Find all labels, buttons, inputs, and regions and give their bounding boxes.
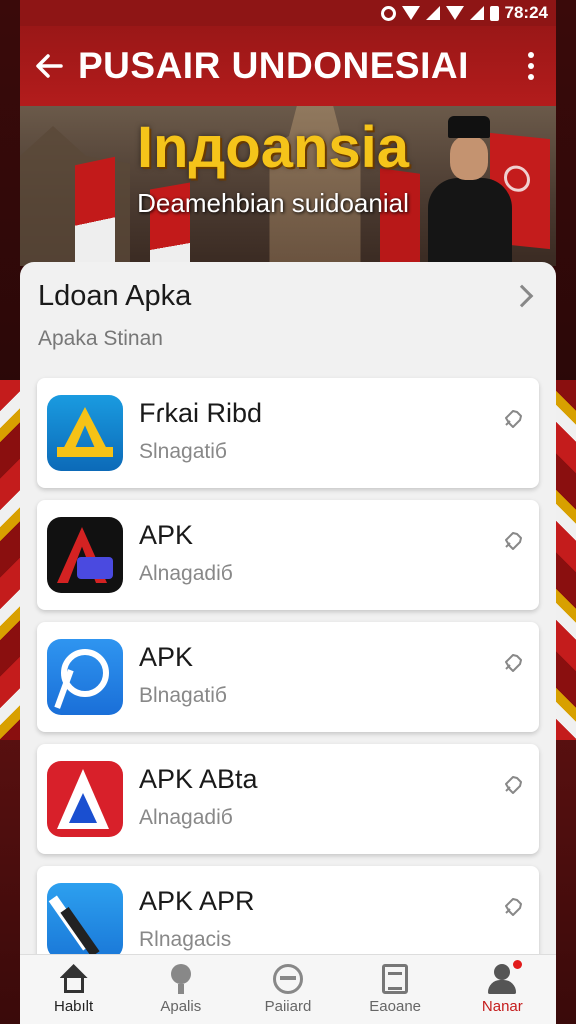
app-list-item[interactable]: Fɾkai Ribd Slnagatiб <box>37 378 539 488</box>
more-vertical-icon[interactable] <box>506 26 556 106</box>
app-icon-p-blue <box>47 639 123 715</box>
app-name: APK <box>139 520 194 550</box>
pin-icon[interactable] <box>503 650 525 672</box>
back-arrow-icon[interactable] <box>20 26 78 106</box>
status-bar: 78:24 <box>20 0 556 26</box>
app-icon-a-red-triangle <box>47 761 123 837</box>
app-icon-a-yellow <box>47 395 123 471</box>
section-header[interactable]: Ldoan Apka Apaka Stinan <box>38 280 538 360</box>
app-list-item[interactable]: APK Alnagadiб <box>37 500 539 610</box>
app-list-item[interactable]: APK ABta Alnagadiб <box>37 744 539 854</box>
nav-item-home[interactable]: Habılt <box>24 964 124 1015</box>
wifi-icon <box>401 6 420 20</box>
pin-icon[interactable] <box>503 772 525 794</box>
app-title: PUSAIR UNDONESIAI <box>78 45 469 86</box>
app-description: Alnagadiб <box>139 562 233 585</box>
hero-banner: Inдoansia Deamehbian suidoanial <box>20 106 556 266</box>
app-description: Slnagatiб <box>139 440 227 463</box>
pin-icon[interactable] <box>503 528 525 550</box>
app-name: Fɾkai Ribd <box>139 398 263 428</box>
sync-icon <box>380 5 396 21</box>
status-time: 78:24 <box>504 3 548 22</box>
app-list: Fɾkai Ribd Slnagatiб APK Alnagadiб APK B… <box>37 378 539 988</box>
document-icon <box>379 964 411 994</box>
app-name: APK <box>139 642 194 672</box>
nav-label: Paiiard <box>264 998 312 1015</box>
app-description: Blnagatiб <box>139 684 227 707</box>
app-description: Alnagadiб <box>139 806 233 829</box>
nav-label: Apalis <box>160 998 202 1015</box>
phone-screen: 78:24 PUSAIR UNDONESIAI Inдoansia Deameh… <box>20 0 556 1024</box>
hero-title: Inдoansia <box>136 115 410 180</box>
apps-card: Ldoan Apka Apaka Stinan Fɾkai Ribd Slnag… <box>20 262 556 1024</box>
app-name: APK ABta <box>139 764 258 794</box>
battery-icon <box>489 5 499 21</box>
app-icon-a-red-star <box>47 517 123 593</box>
app-bar: PUSAIR UNDONESIAI <box>20 26 556 106</box>
app-description: Rlnagacis <box>139 928 232 951</box>
pin-icon[interactable] <box>503 406 525 428</box>
nav-label: Habılt <box>54 998 94 1015</box>
nav-item-globe[interactable]: Paiiard <box>238 964 338 1015</box>
app-icon-pen-blue <box>47 883 123 959</box>
signal-icon <box>425 6 440 20</box>
signal-icon-2 <box>469 6 484 20</box>
notification-badge <box>513 960 523 969</box>
home-icon <box>58 964 90 994</box>
nav-label: Nanar <box>481 998 523 1015</box>
nav-item-apps[interactable]: Apalis <box>131 964 231 1015</box>
apps-icon <box>165 964 197 994</box>
nav-label: Eaoane <box>369 998 422 1015</box>
nav-item-document[interactable]: Eaoane <box>345 964 445 1015</box>
section-title: Ldoan Apka <box>38 280 192 312</box>
globe-icon <box>272 964 304 994</box>
bottom-navigation: Habılt Apalis Paiiard Eaoane Nanar <box>20 954 556 1024</box>
nav-item-profile[interactable]: Nanar <box>452 960 552 1015</box>
section-subtitle: Apaka Stinan <box>38 327 163 350</box>
pin-icon[interactable] <box>503 894 525 916</box>
app-name: APK APR <box>139 886 255 916</box>
user-icon <box>486 960 523 994</box>
app-list-item[interactable]: APK Blnagatiб <box>37 622 539 732</box>
hero-subtitle: Deamehbian suidoanial <box>137 188 409 218</box>
wifi-icon-2 <box>445 6 464 20</box>
